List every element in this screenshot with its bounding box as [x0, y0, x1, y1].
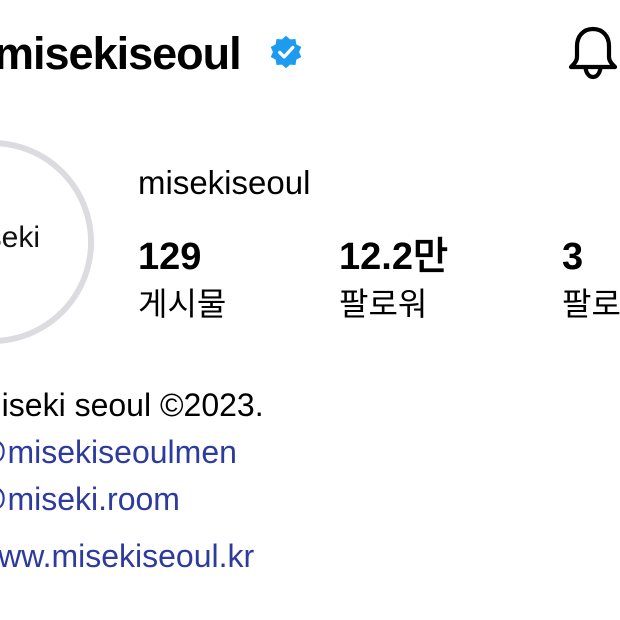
posts-label: 게시물 [138, 286, 227, 322]
bio-text: miseki seoul ©2023. [0, 387, 264, 423]
profile-name: misekiseoul [138, 164, 311, 201]
bell-icon[interactable] [566, 24, 620, 80]
followers-count: 12.2만 [339, 236, 448, 278]
followers-label: 팔로워 [339, 286, 428, 322]
avatar-logo-text: miseki [0, 221, 41, 254]
bio-mention-men[interactable]: @misekiseoulmen [0, 429, 264, 476]
avatar[interactable]: miseki SEOUL [0, 146, 88, 338]
bio-website-link[interactable]: www.misekiseoul.kr [0, 533, 264, 580]
bio: miseki seoul ©2023. @misekiseoulmen @mis… [0, 382, 264, 580]
following-count: 3 [562, 236, 584, 278]
following-label: 팔로잉 [562, 286, 620, 322]
stat-posts[interactable]: 129 게시물 [138, 234, 226, 324]
stat-followers[interactable]: 12.2만 팔로워 [339, 234, 448, 324]
verified-badge-icon [270, 35, 302, 69]
stat-following[interactable]: 3 팔로잉 [562, 234, 620, 324]
posts-count: 129 [138, 236, 202, 278]
header-username[interactable]: misekiseoul [0, 26, 242, 82]
bio-mention-room[interactable]: @miseki.room [0, 476, 264, 523]
profile-page: misekiseoul miseki SEOUL misekiseoul 129… [0, 0, 620, 620]
avatar-logo-subtext: SEOUL [0, 262, 2, 274]
